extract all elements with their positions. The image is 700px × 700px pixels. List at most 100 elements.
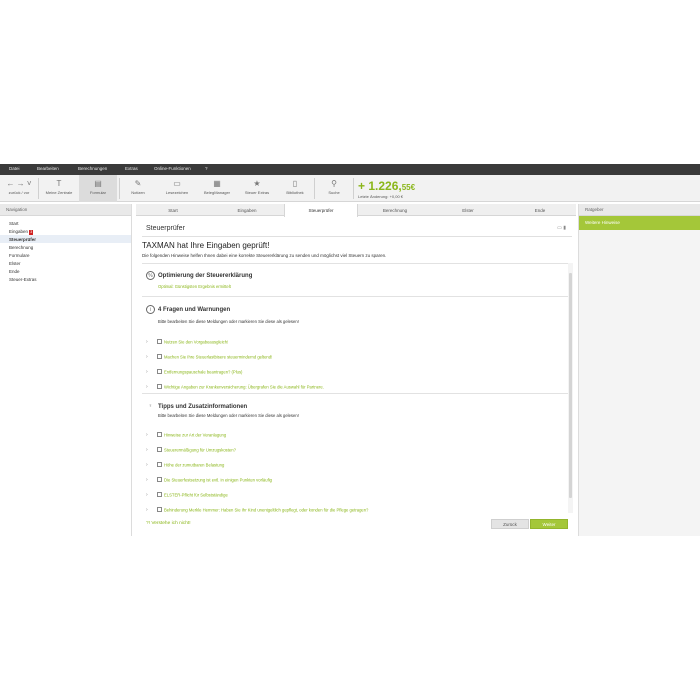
warning-item-label[interactable]: Nutzen Sie den Vorgabeausgleich! [164, 339, 228, 344]
steuer-extras-label: Steuer Extras [244, 190, 270, 195]
menu-bar: Datei Bearbeiten Berechnungen Extras Onl… [0, 164, 700, 175]
back-button[interactable]: Zurück [491, 519, 529, 529]
vertical-scrollbar[interactable] [568, 263, 573, 513]
warning-item-label[interactable]: Wichtige Angaben zur Krankenversicherung… [164, 384, 324, 389]
warning-item-label[interactable]: Machen Sie Ihre Steuerlastbisere steuerm… [164, 354, 272, 359]
chevron-right-icon[interactable]: › [146, 462, 153, 468]
nav-item-label: Steuer-Extras [9, 276, 37, 282]
section-divider [142, 296, 568, 297]
tip-item[interactable]: › Hinweise zur Art der Veranlagung [146, 426, 226, 438]
read-checkbox[interactable] [157, 369, 162, 375]
suche-button[interactable]: ⚲ Suche [318, 175, 350, 202]
read-checkbox[interactable] [157, 462, 162, 468]
further-hints-panel[interactable]: Weitere Hinweise [579, 216, 700, 230]
nav-item-ende[interactable]: Ende [0, 267, 131, 275]
read-checkbox[interactable] [157, 339, 162, 345]
pin-icon[interactable]: ▮ [563, 225, 566, 231]
chevron-right-icon[interactable]: › [146, 339, 153, 345]
next-button[interactable]: Weiter [530, 519, 568, 529]
tip-item[interactable]: › Höhe der zumutbaren Belastung [146, 456, 224, 468]
scrollbar-thumb[interactable] [569, 273, 572, 498]
section-divider [142, 263, 568, 264]
meine-zentrale-button[interactable]: T Meine Zentrale [41, 175, 77, 202]
tip-item[interactable]: › ELSTER-Pflicht für Selbstständige [146, 486, 228, 498]
warning-item[interactable]: › Wichtige Angaben zur Krankenversicherun… [146, 378, 324, 390]
tab-elster[interactable]: Elster [432, 204, 504, 216]
refund-amount: + 1.226,55€ [358, 179, 415, 193]
formular-button[interactable]: ▤ Formular [79, 175, 117, 202]
chevron-right-icon[interactable]: › [146, 369, 153, 375]
bookmark-icon: ▭ [173, 179, 181, 188]
tip-item-label[interactable]: Behinderung Merkle Hemmer: Haben Sie Ihr… [164, 507, 368, 512]
tip-item-label[interactable]: Steuerermäßigung für Umzugskosten? [164, 447, 236, 452]
tab-eingaben[interactable]: Eingaben [210, 204, 284, 216]
nav-item-steuer-extras[interactable]: Steuer-Extras [0, 275, 131, 283]
tab-ende[interactable]: Ende [504, 204, 576, 216]
tip-item-label[interactable]: ELSTER-Pflicht für Selbstständige [164, 492, 228, 497]
menu-help[interactable]: ? [205, 166, 208, 171]
tip-item-label[interactable]: Hinweise zur Art der Veranlagung [164, 432, 226, 437]
print-icon[interactable]: ▭ [557, 225, 562, 231]
main-content: Steuerprüfer ▭ ▮ TAXMAN hat Ihre Eingabe… [136, 217, 576, 536]
read-checkbox[interactable] [157, 477, 162, 483]
tab-steuerpruefer[interactable]: Steuerprüfer [284, 204, 358, 217]
menu-bearbeiten[interactable]: Bearbeiten [37, 166, 59, 171]
tab-bar: Start Eingaben Steuerprüfer Berechnung E… [136, 204, 576, 217]
navigation-header: Navigation [0, 204, 131, 216]
menu-datei[interactable]: Datei [9, 166, 20, 171]
nav-item-berechnung[interactable]: Berechnung [0, 243, 131, 251]
chevron-right-icon[interactable]: › [146, 447, 153, 453]
toolbar-separator [353, 178, 354, 199]
back-forward-button[interactable]: ← → ˅ zurück / vor [4, 175, 34, 202]
intro-text: Die folgenden Hinweise helfen Ihnen dabe… [142, 253, 387, 258]
nav-item-label: Start [9, 220, 19, 226]
warning-item-label[interactable]: Entfernungspauschale beantragen? (Plus) [164, 369, 242, 374]
read-checkbox[interactable] [157, 354, 162, 360]
chevron-right-icon[interactable]: › [146, 354, 153, 360]
tip-item-label[interactable]: Höhe der zumutbaren Belastung [164, 462, 224, 467]
lesezeichen-button[interactable]: ▭ Lesezeichen [158, 175, 196, 202]
chevron-right-icon[interactable]: › [146, 384, 153, 390]
chevron-right-icon[interactable]: › [146, 432, 153, 438]
read-checkbox[interactable] [157, 384, 162, 390]
chevron-right-icon[interactable]: › [146, 477, 153, 483]
arrow-left-right-icon: ← → ˅ [6, 179, 32, 188]
notizen-button[interactable]: ✎ Notizen [123, 175, 153, 202]
help-link[interactable]: ?! Verstehe ich nicht! [146, 521, 191, 526]
read-checkbox[interactable] [157, 507, 162, 513]
tip-item[interactable]: › Die Steuerfestsetzung ist evtl. in eini… [146, 471, 272, 483]
page-title: Steuerprüfer [146, 225, 185, 232]
menu-online-funktionen[interactable]: Online-Funktionen [154, 166, 191, 171]
chevron-right-icon[interactable]: › [146, 507, 153, 513]
warning-item[interactable]: › Nutzen Sie den Vorgabeausgleich! [146, 333, 228, 345]
warning-item[interactable]: › Machen Sie Ihre Steuerlastbisere steuer… [146, 348, 272, 360]
refund-amount-main: + 1.226, [358, 179, 402, 193]
meine-zentrale-label: Meine Zentrale [45, 190, 73, 195]
nav-item-formulare[interactable]: Formulare [0, 251, 131, 259]
tab-berechnung[interactable]: Berechnung [358, 204, 432, 216]
optimization-link[interactable]: Optimal: Günstigsten Ergebnis ermittelt [158, 284, 231, 289]
menu-extras[interactable]: Extras [125, 166, 138, 171]
lightbulb-icon: ♀ [148, 403, 153, 409]
steuer-extras-button[interactable]: ★ Steuer Extras [238, 175, 276, 202]
nav-item-elster[interactable]: Elster [0, 259, 131, 267]
read-checkbox[interactable] [157, 432, 162, 438]
belegmanager-button[interactable]: ▦ BelegManager [198, 175, 236, 202]
nav-item-label: Berechnung [9, 244, 34, 250]
book-icon: ▯ [292, 179, 298, 188]
tab-start[interactable]: Start [136, 204, 210, 216]
read-checkbox[interactable] [157, 492, 162, 498]
tip-item[interactable]: › Behinderung Merkle Hemmer: Haben Sie Ih… [146, 501, 368, 513]
chevron-right-icon[interactable]: › [146, 492, 153, 498]
read-checkbox[interactable] [157, 447, 162, 453]
nav-item-start[interactable]: Start [0, 219, 131, 227]
warning-item[interactable]: › Entfernungspauschale beantragen? (Plus) [146, 363, 242, 375]
nav-item-steuerpruefer[interactable]: Steuerprüfer [0, 235, 131, 243]
menu-berechnungen[interactable]: Berechnungen [78, 166, 107, 171]
nav-item-eingaben[interactable]: Eingaben 3 [0, 227, 131, 235]
nav-item-label: Eingaben [9, 228, 29, 234]
tip-item-label[interactable]: Die Steuerfestsetzung ist evtl. in einig… [164, 477, 272, 482]
tip-item[interactable]: › Steuerermäßigung für Umzugskosten? [146, 441, 236, 453]
bibliothek-button[interactable]: ▯ Bibliothek [278, 175, 312, 202]
tips-title: Tipps und Zusatzinformationen [158, 404, 248, 411]
